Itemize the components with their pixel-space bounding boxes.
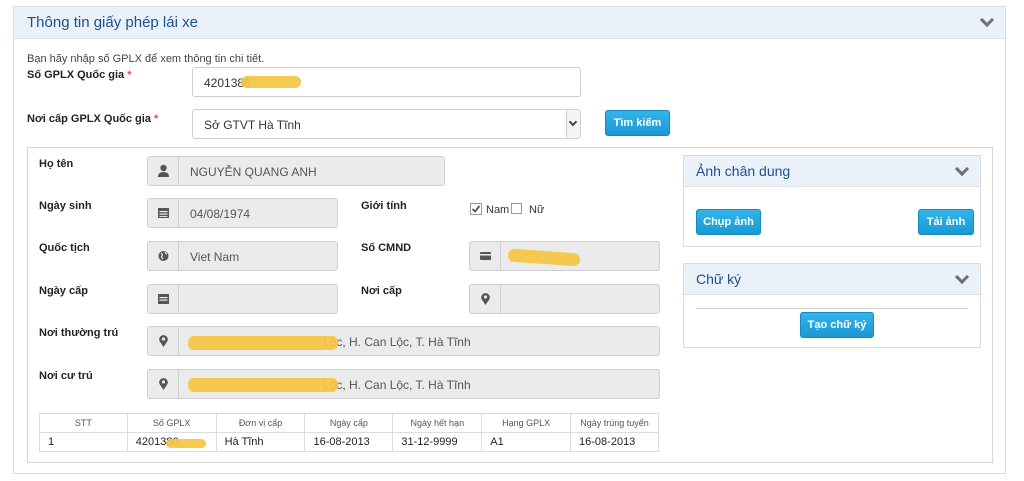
- issue-date-label: Ngày cấp: [39, 285, 88, 297]
- gender-female-label: Nữ: [529, 204, 545, 216]
- chevron-down-icon[interactable]: [954, 161, 970, 177]
- current-address-label: Nơi cư trú: [39, 370, 93, 382]
- license-table: STT Số GPLX Đơn vị cấp Ngày cấp Ngày hết…: [39, 413, 659, 452]
- map-marker-icon: [470, 285, 501, 313]
- name-label: Họ tên: [39, 158, 74, 170]
- signature-panel: Chữ ký Tạo chữ ký: [683, 263, 981, 348]
- check-icon: [470, 203, 482, 215]
- column-header: Ngày cấp: [304, 413, 394, 433]
- dob-field: 04/08/1974: [147, 198, 338, 228]
- nationality-field: Viet Nam: [147, 241, 338, 271]
- map-marker-icon: [148, 370, 179, 398]
- table-cell: 1: [39, 432, 128, 452]
- table-cell: A1: [481, 432, 572, 452]
- chevron-down-icon: [568, 117, 578, 127]
- table-cell: 4201380: [126, 432, 217, 452]
- issue-place-field: [469, 284, 660, 314]
- id-number-field: [469, 241, 660, 271]
- redaction-mark: [241, 76, 301, 88]
- issue-place-label: Nơi cấp: [361, 285, 402, 297]
- issuer-select-value: Sở GTVT Hà Tĩnh: [204, 118, 301, 132]
- panel-header[interactable]: Thông tin giấy phép lái xe: [14, 7, 1005, 39]
- id-number-label: Số CMND: [361, 242, 412, 254]
- select-arrow[interactable]: [566, 110, 580, 138]
- redaction-mark: [507, 248, 581, 267]
- license-number-label: Số GPLX Quốc gia *: [27, 69, 132, 81]
- search-hint: Bạn hãy nhập số GPLX để xem thông tin ch…: [27, 53, 265, 65]
- license-number-input[interactable]: 4201380: [192, 67, 581, 97]
- user-icon: [148, 157, 179, 185]
- issuer-select[interactable]: Sở GTVT Hà Tĩnh: [192, 109, 581, 139]
- table-cell: 16-08-2013: [304, 432, 394, 452]
- portrait-panel: Ảnh chân dung Chụp ảnh Tải ảnh: [683, 155, 981, 247]
- calendar-icon: [148, 199, 179, 227]
- permanent-address-field: Lộc, H. Can Lộc, T. Hà Tĩnh: [147, 326, 660, 356]
- name-value: NGUYỄN QUANG ANH: [190, 165, 317, 179]
- permanent-address-value: Lộc, H. Can Lộc, T. Hà Tĩnh: [323, 335, 471, 349]
- redaction-mark: [165, 439, 206, 448]
- capture-photo-button[interactable]: Chụp ảnh: [696, 209, 761, 235]
- gender-label: Giới tính: [361, 200, 407, 212]
- current-address-value: Lộc, H. Can Lộc, T. Hà Tĩnh: [323, 378, 471, 392]
- issue-date-field: [147, 284, 338, 314]
- gender-female-checkbox[interactable]: [511, 203, 522, 214]
- portrait-panel-header[interactable]: Ảnh chân dung: [684, 156, 980, 187]
- calendar-icon: [148, 285, 179, 313]
- chevron-down-icon[interactable]: [979, 12, 995, 28]
- column-header: Ngày trúng tuyển: [570, 413, 659, 433]
- table-cell: Hà Tĩnh: [215, 432, 306, 452]
- issuer-label: Nơi cấp GPLX Quốc gia *: [27, 113, 159, 125]
- dob-label: Ngày sinh: [39, 200, 92, 212]
- table-header-row: STT Số GPLX Đơn vị cấp Ngày cấp Ngày hết…: [39, 413, 659, 433]
- signature-panel-title: Chữ ký: [696, 271, 742, 287]
- column-header: STT: [39, 413, 128, 433]
- table-cell: 16-08-2013: [570, 432, 659, 452]
- signature-divider: [696, 308, 968, 309]
- dob-value: 04/08/1974: [190, 207, 251, 221]
- current-address-field: Lộc, H. Can Lộc, T. Hà Tĩnh: [147, 369, 660, 399]
- gender-male-checkbox[interactable]: [470, 203, 482, 215]
- upload-photo-button[interactable]: Tải ảnh: [918, 209, 974, 235]
- id-card-icon: [470, 242, 501, 270]
- column-header: Đơn vị cấp: [215, 413, 306, 433]
- column-header: Số GPLX: [126, 413, 217, 433]
- nationality-value: Viet Nam: [190, 250, 240, 264]
- search-button[interactable]: Tìm kiếm: [605, 110, 670, 136]
- create-signature-button[interactable]: Tạo chữ ký: [800, 312, 874, 338]
- table-cell: 31-12-9999: [392, 432, 483, 452]
- globe-icon: [148, 242, 179, 270]
- redaction-mark: [188, 378, 338, 392]
- redaction-mark: [188, 336, 338, 350]
- name-field: NGUYỄN QUANG ANH: [147, 156, 445, 186]
- panel-title: Thông tin giấy phép lái xe: [27, 14, 198, 31]
- column-header: Hạng GPLX: [481, 413, 572, 433]
- chevron-down-icon[interactable]: [954, 269, 970, 285]
- table-row[interactable]: 1 4201380 Hà Tĩnh 16-08-2013 31-12-9999 …: [39, 432, 659, 452]
- column-header: Ngày hết hạn: [392, 413, 483, 433]
- permanent-address-label: Nơi thường trú: [39, 327, 119, 339]
- map-marker-icon: [148, 327, 179, 355]
- gender-male-label: Nam: [486, 204, 510, 216]
- signature-panel-header[interactable]: Chữ ký: [684, 264, 980, 295]
- nationality-label: Quốc tịch: [39, 242, 90, 254]
- portrait-panel-title: Ảnh chân dung: [696, 163, 791, 179]
